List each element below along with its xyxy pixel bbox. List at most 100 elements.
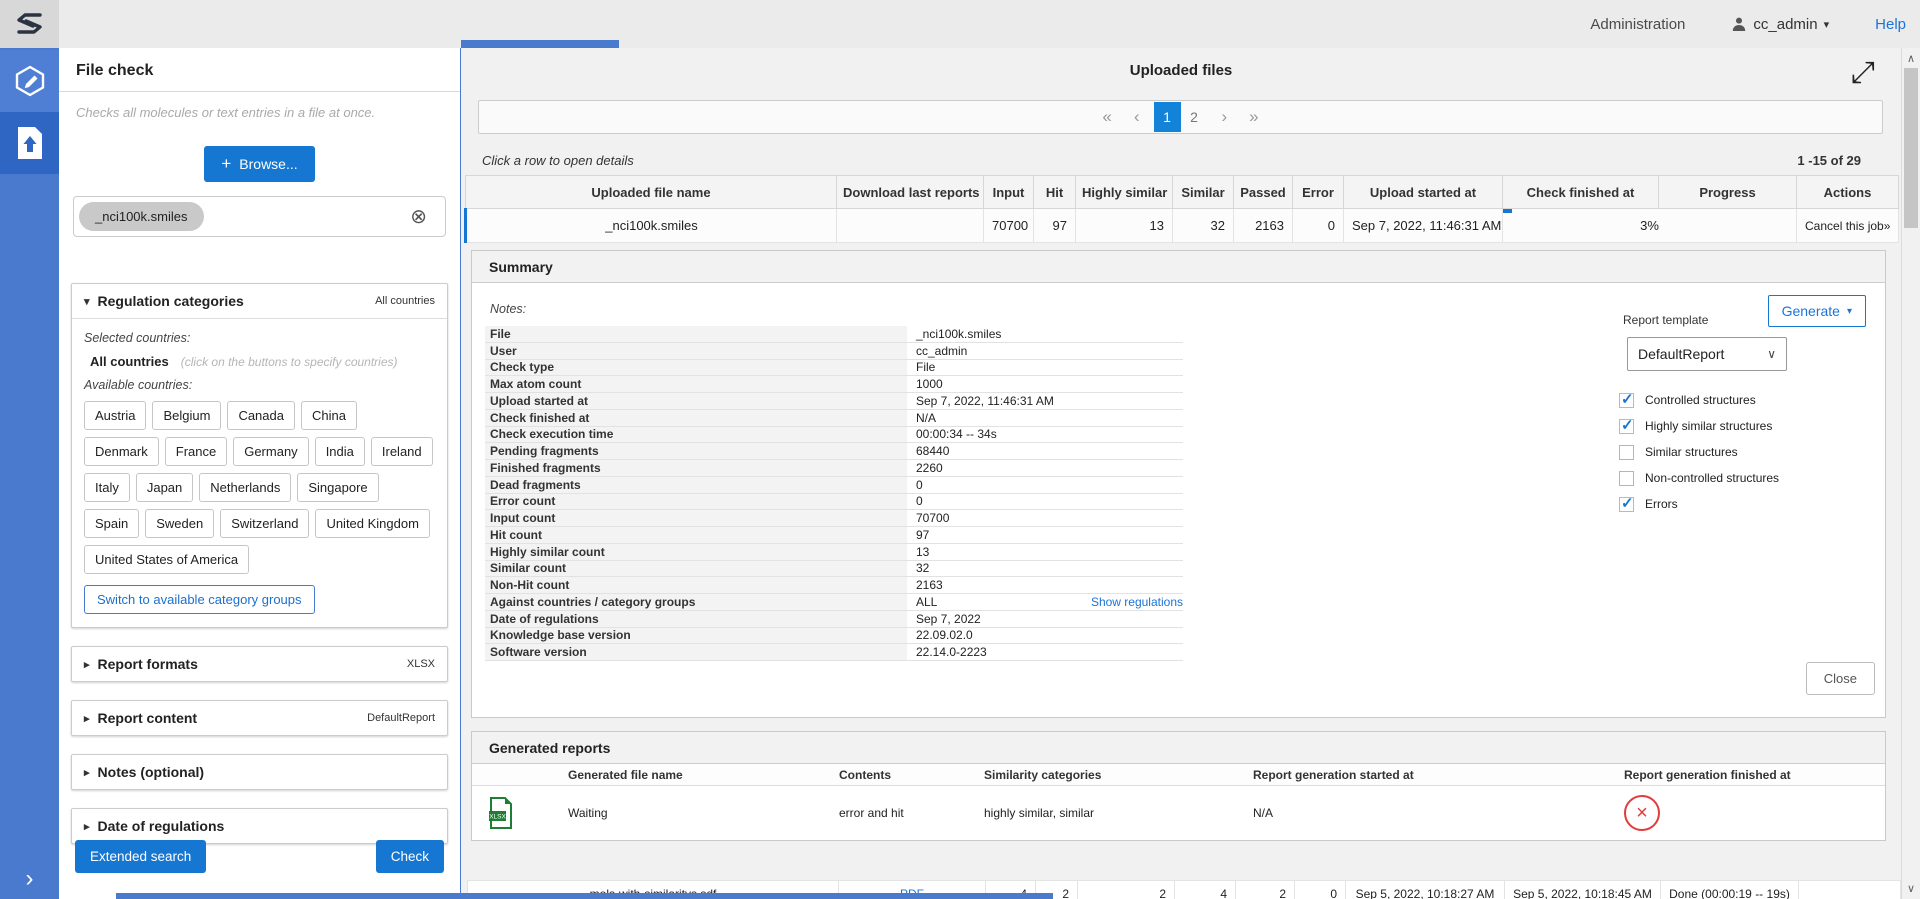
country-button[interactable]: Singapore bbox=[297, 473, 378, 502]
pagination: « ‹ 12 › » bbox=[478, 100, 1883, 134]
check-button[interactable]: Check bbox=[376, 840, 444, 873]
report-formats-header[interactable]: ▸ Report formats XLSX bbox=[72, 647, 447, 681]
country-button[interactable]: India bbox=[315, 437, 365, 466]
sidebar-item-structure-check[interactable] bbox=[0, 50, 59, 112]
summary-row: Check type File bbox=[485, 360, 1183, 377]
country-button[interactable]: Germany bbox=[233, 437, 308, 466]
summary-key: Pending fragments bbox=[485, 443, 907, 459]
summary-key: Against countries / category groups bbox=[485, 594, 907, 610]
cell-download bbox=[837, 209, 984, 243]
first-page-icon[interactable]: « bbox=[1094, 107, 1119, 127]
report-template-select[interactable]: DefaultReport ∨ bbox=[1627, 337, 1787, 371]
summary-value: 2260 bbox=[907, 461, 943, 475]
page-title: Uploaded files bbox=[461, 62, 1901, 79]
country-button[interactable]: Japan bbox=[136, 473, 193, 502]
section-report-content: ▸ Report content DefaultReport bbox=[71, 700, 448, 736]
summary-key: Knowledge base version bbox=[485, 628, 907, 644]
remove-file-icon[interactable]: ⊗ bbox=[404, 206, 433, 228]
scroll-up-icon[interactable]: ∧ bbox=[1902, 52, 1920, 65]
report-checkbox[interactable]: Non-controlled structures bbox=[1619, 465, 1779, 491]
vertical-scrollbar-thumb[interactable] bbox=[1904, 68, 1918, 228]
country-button[interactable]: Switzerland bbox=[220, 509, 309, 538]
checkbox-icon[interactable] bbox=[1619, 419, 1634, 434]
country-button[interactable]: Austria bbox=[84, 401, 146, 430]
summary-key: Check finished at bbox=[485, 410, 907, 426]
uploaded-files-table: Uploaded file nameDownload last reportsI… bbox=[464, 175, 1899, 243]
cell-passed: 2 bbox=[1236, 881, 1295, 899]
cell-hit: 97 bbox=[1034, 209, 1076, 243]
close-button[interactable]: Close bbox=[1806, 662, 1875, 695]
checkbox-icon[interactable] bbox=[1619, 471, 1634, 486]
column-header: Error bbox=[1293, 176, 1344, 209]
fullscreen-expand-icon[interactable]: ⤢ bbox=[1851, 58, 1875, 88]
help-link[interactable]: Help bbox=[1875, 16, 1906, 33]
summary-value: 00:00:34 -- 34s bbox=[907, 427, 997, 441]
pagination-page[interactable]: 2 bbox=[1181, 102, 1208, 132]
country-button[interactable]: Ireland bbox=[371, 437, 433, 466]
generate-button[interactable]: Generate ▾ bbox=[1768, 295, 1866, 327]
summary-value: 22.14.0-2223 bbox=[907, 645, 987, 659]
switch-category-groups-button[interactable]: Switch to available category groups bbox=[84, 585, 315, 614]
extended-search-button[interactable]: Extended search bbox=[75, 840, 206, 873]
country-button[interactable]: Belgium bbox=[152, 401, 221, 430]
cancel-job-link[interactable]: Cancel this job» bbox=[1797, 209, 1899, 243]
generated-reports-title: Generated reports bbox=[472, 732, 1885, 764]
section-report-formats: ▸ Report formats XLSX bbox=[71, 646, 448, 682]
country-button[interactable]: United Kingdom bbox=[315, 509, 430, 538]
country-button[interactable]: China bbox=[301, 401, 357, 430]
country-button[interactable]: United States of America bbox=[84, 545, 249, 574]
column-header: Highly similar bbox=[1076, 176, 1173, 209]
checkbox-icon[interactable] bbox=[1619, 497, 1634, 512]
app-logo[interactable] bbox=[0, 0, 59, 48]
previous-page-icon[interactable]: ‹ bbox=[1126, 107, 1148, 127]
summary-key: Date of regulations bbox=[485, 611, 907, 627]
uploaded-files-view: Uploaded files ⤢ « ‹ 12 › » Click a row … bbox=[461, 48, 1901, 899]
pagination-page[interactable]: 1 bbox=[1154, 102, 1181, 132]
report-checkbox[interactable]: Errors bbox=[1619, 491, 1779, 517]
country-button[interactable]: Denmark bbox=[84, 437, 159, 466]
summary-value: 97 bbox=[907, 528, 929, 542]
sidebar-item-file-check[interactable] bbox=[0, 112, 59, 174]
notes-header[interactable]: ▸ Notes (optional) bbox=[72, 755, 447, 789]
caret-right-icon: ▸ bbox=[84, 658, 90, 671]
report-content-header[interactable]: ▸ Report content DefaultReport bbox=[72, 701, 447, 735]
vertical-scrollbar[interactable]: ∧ ∨ bbox=[1901, 48, 1920, 899]
horizontal-scrollbar-thumb[interactable] bbox=[116, 893, 1053, 899]
regulation-categories-header[interactable]: ▾ Regulation categories All countries bbox=[72, 284, 447, 319]
table-row[interactable]: _nci100k.smiles 70700 97 13 32 2163 0 Se… bbox=[466, 209, 1899, 243]
cell-progress: Done (00:00:19 -- 19s) bbox=[1661, 881, 1799, 899]
selected-file-chip[interactable]: _nci100k.smiles bbox=[79, 202, 204, 231]
country-button[interactable]: Spain bbox=[84, 509, 139, 538]
summary-key: Highly similar count bbox=[485, 544, 907, 560]
summary-row: Similar count 32 bbox=[485, 561, 1183, 578]
browse-button[interactable]: + Browse... bbox=[204, 146, 314, 182]
next-page-icon[interactable]: › bbox=[1214, 107, 1236, 127]
report-checkbox[interactable]: Highly similar structures bbox=[1619, 413, 1779, 439]
country-button[interactable]: France bbox=[165, 437, 227, 466]
report-failed-icon[interactable]: × bbox=[1624, 795, 1660, 831]
scroll-down-icon[interactable]: ∨ bbox=[1902, 882, 1920, 895]
summary-key: Input count bbox=[485, 510, 907, 526]
user-menu[interactable]: cc_admin ▾ bbox=[1731, 16, 1829, 33]
summary-row: Error count 0 bbox=[485, 494, 1183, 511]
summary-value: cc_admin bbox=[907, 344, 967, 358]
report-checkbox[interactable]: Similar structures bbox=[1619, 439, 1779, 465]
checkbox-icon[interactable] bbox=[1619, 445, 1634, 460]
sidebar-expand-chevron[interactable]: › bbox=[0, 865, 59, 893]
summary-row: Against countries / category groups ALL … bbox=[485, 594, 1183, 611]
cell-upload-started: Sep 7, 2022, 11:46:31 AM bbox=[1344, 209, 1503, 243]
administration-link[interactable]: Administration bbox=[1590, 16, 1685, 33]
show-regulations-link[interactable]: Show regulations bbox=[1091, 595, 1183, 609]
country-button[interactable]: Canada bbox=[227, 401, 295, 430]
report-checkbox[interactable]: Controlled structures bbox=[1619, 387, 1779, 413]
gen-contents: error and hit bbox=[839, 806, 984, 820]
last-page-icon[interactable]: » bbox=[1241, 107, 1266, 127]
checkbox-icon[interactable] bbox=[1619, 393, 1634, 408]
country-button[interactable]: Sweden bbox=[145, 509, 214, 538]
country-button[interactable]: Netherlands bbox=[199, 473, 291, 502]
summary-row: Dead fragments 0 bbox=[485, 477, 1183, 494]
summary-row: Knowledge base version 22.09.02.0 bbox=[485, 628, 1183, 645]
country-button[interactable]: Italy bbox=[84, 473, 130, 502]
date-of-regulations-header[interactable]: ▸ Date of regulations bbox=[72, 809, 447, 843]
summary-row: Date of regulations Sep 7, 2022 bbox=[485, 611, 1183, 628]
